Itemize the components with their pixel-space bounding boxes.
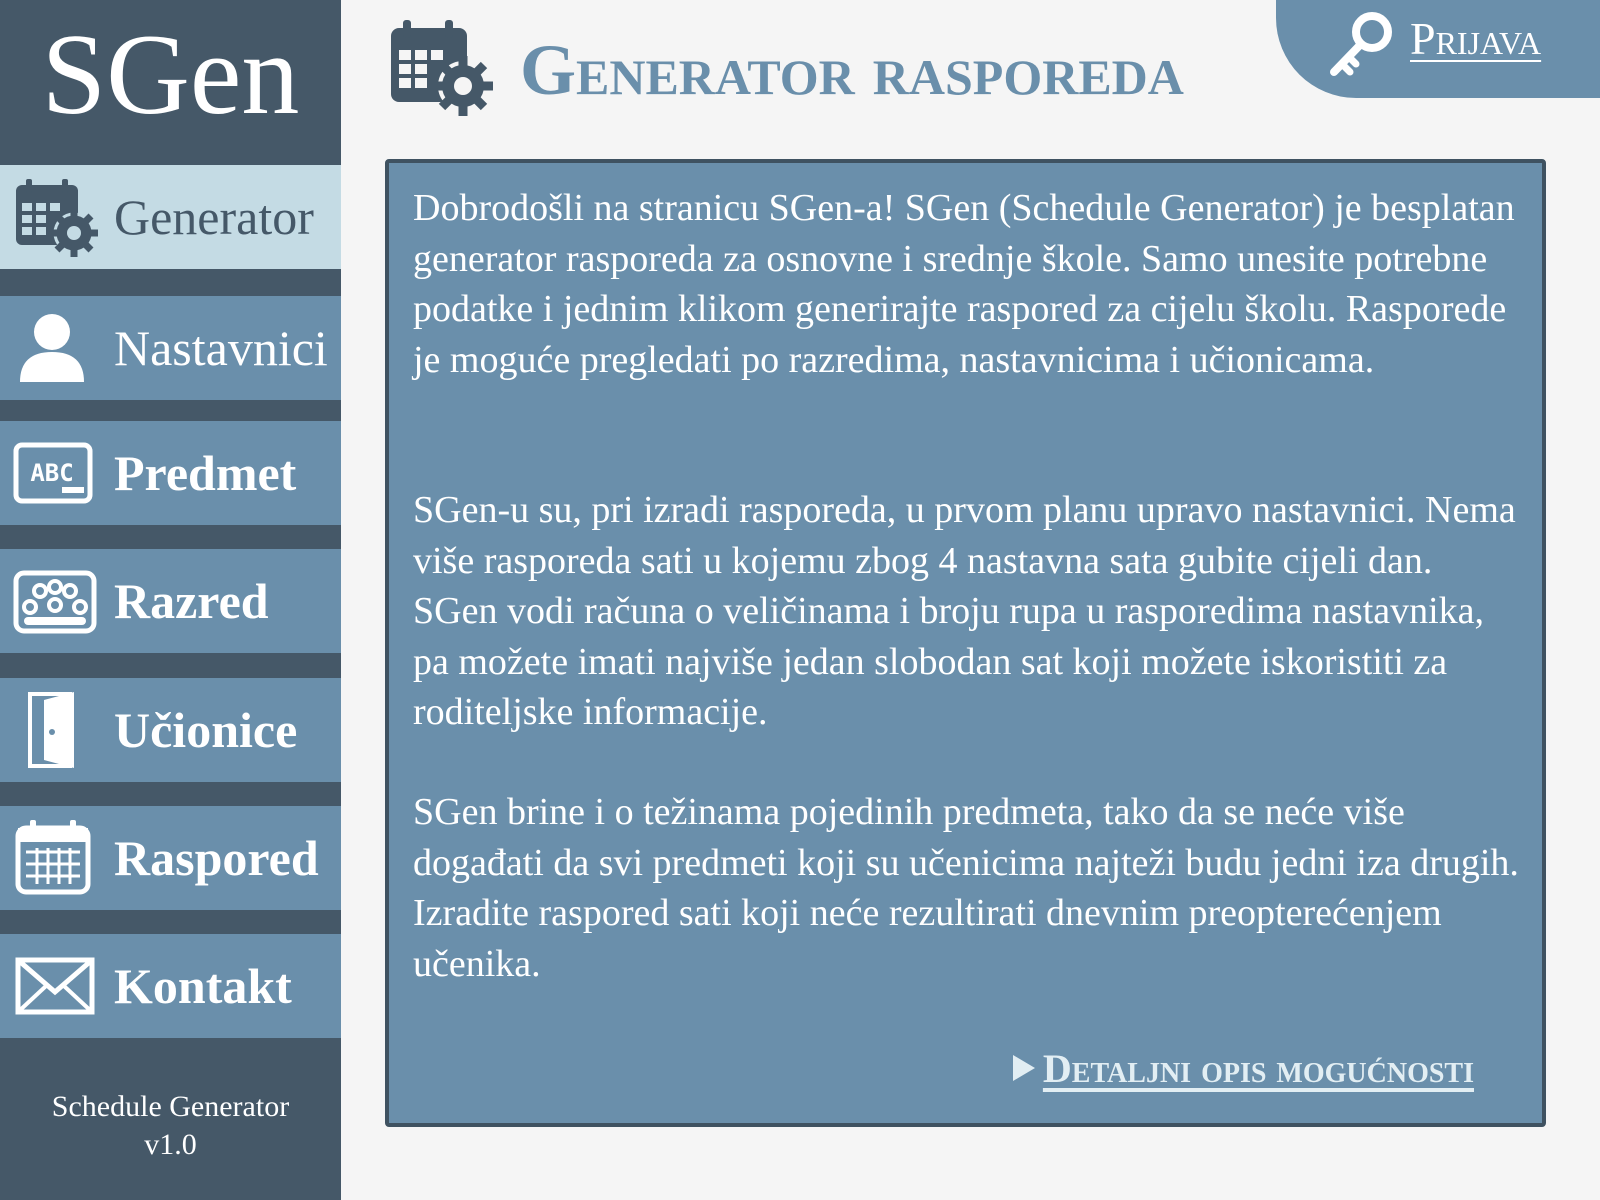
- svg-text:ABC: ABC: [30, 459, 73, 487]
- calendar-gear-icon: [12, 177, 98, 257]
- sidebar: SGen Generator Nastavnici ABC Predmet Ra…: [0, 0, 341, 1200]
- nav-item-predmet[interactable]: ABC Predmet: [0, 421, 341, 525]
- nav-item-generator[interactable]: Generator: [0, 165, 341, 269]
- user-icon: [12, 308, 98, 388]
- arrow-right-icon: [1012, 1055, 1035, 1081]
- nav-label-raspored: Raspored: [114, 830, 319, 886]
- nav-label-predmet: Predmet: [114, 445, 297, 501]
- nav-item-ucionice[interactable]: Učionice: [0, 678, 341, 782]
- envelope-icon: [12, 946, 98, 1026]
- nav-item-kontakt[interactable]: Kontakt: [0, 934, 341, 1038]
- details-link-label: Detaljni opis mogućnosti: [1042, 1045, 1474, 1091]
- nav-label-razred: Razred: [114, 573, 269, 629]
- nav-item-raspored[interactable]: Raspored: [0, 806, 341, 910]
- details-link[interactable]: Detaljni opis mogućnosti: [1012, 1043, 1474, 1093]
- subjects-paragraph: SGen brine i o težinama pojedinih predme…: [413, 791, 1519, 985]
- abc-board-icon: ABC: [12, 433, 98, 513]
- group-icon: [12, 561, 98, 641]
- nav-item-nastavnici[interactable]: Nastavnici: [0, 296, 341, 400]
- door-icon: [12, 690, 98, 770]
- calendar-icon: [12, 818, 98, 898]
- app-version: v1.0: [144, 1128, 197, 1161]
- key-icon: [1326, 10, 1396, 80]
- calendar-gear-icon: [387, 18, 493, 116]
- login-label: Prijava: [1410, 13, 1542, 64]
- nav-label-kontakt: Kontakt: [114, 958, 292, 1014]
- nav-item-razred[interactable]: Razred: [0, 549, 341, 653]
- nav-label-ucionice: Učionice: [114, 702, 298, 758]
- nav-label-nastavnici: Nastavnici: [114, 320, 328, 376]
- teachers-paragraph: SGen-u su, pri izradi rasporeda, u prvom…: [413, 489, 1516, 733]
- nav-label-generator: Generator: [114, 189, 314, 245]
- login-button[interactable]: Prijava: [1276, 0, 1600, 98]
- app-full-name: Schedule Generator: [51, 1090, 290, 1123]
- logo[interactable]: SGen: [0, 0, 341, 150]
- version-info: Schedule Generator v1.0: [0, 1088, 341, 1164]
- intro-paragraph: Dobrodošli na stranicu SGen-a! SGen (Sch…: [413, 187, 1515, 381]
- page-title: Generator rasporeda: [520, 30, 1184, 110]
- welcome-panel: Dobrodošli na stranicu SGen-a! SGen (Sch…: [385, 159, 1546, 1127]
